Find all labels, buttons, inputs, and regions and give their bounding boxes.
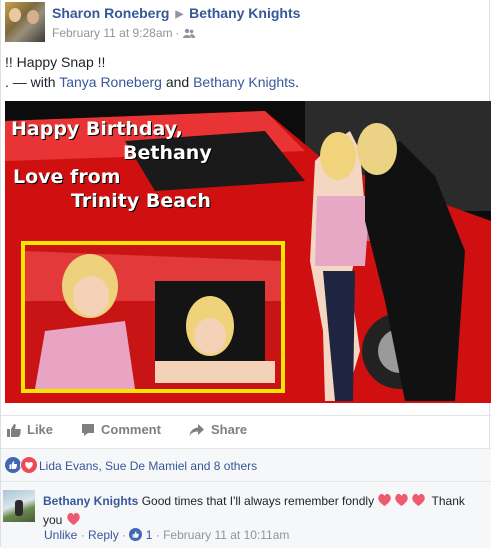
post-meta: February 11 at 9:28am · [52, 26, 195, 40]
comment-button[interactable]: Comment [81, 422, 161, 437]
post-text-line2: . — with Tanya Roneberg and Bethany Knig… [5, 72, 299, 92]
love-reaction-icon [20, 456, 38, 474]
caption-line3: Love from [13, 166, 121, 188]
reactions-names[interactable]: Lida Evans, Sue De Mamiel and 8 others [39, 459, 257, 473]
commenter-avatar[interactable] [3, 490, 35, 522]
like-button[interactable]: Like [7, 422, 53, 437]
like-reaction-icon [5, 457, 21, 473]
post-text-line1: !! Happy Snap !! [5, 54, 106, 70]
meta-separator: · [77, 528, 89, 542]
post-text: !! Happy Snap !! . — with Tanya Roneberg… [5, 52, 299, 92]
action-bar: Like Comment Share [1, 415, 491, 448]
arrow-right-icon: ▶ [175, 9, 184, 20]
period-text: . [295, 74, 299, 90]
share-button[interactable]: Share [189, 422, 247, 437]
share-icon [189, 423, 204, 436]
unlike-link[interactable]: Unlike [44, 528, 77, 542]
comment-meta: Unlike · Reply · 1 · February 11 at 10:1… [44, 528, 289, 542]
and-text: and [161, 74, 194, 90]
author-avatar[interactable] [5, 2, 45, 42]
post-card: Sharon Roneberg ▶ Bethany Knights February… [0, 0, 491, 548]
meta-separator: · [118, 528, 130, 542]
comment-section: Bethany Knights Good times that I'll alw… [1, 481, 491, 548]
comment-like-icon [129, 528, 143, 541]
caption-line2: Bethany [123, 142, 212, 164]
target-name[interactable]: Bethany Knights [189, 5, 300, 21]
reactions-summary[interactable]: Lida Evans, Sue De Mamiel and 8 others [1, 448, 491, 481]
heart-emoji-icon [412, 493, 426, 506]
caption-line4: Trinity Beach [71, 190, 211, 212]
caption-line1: Happy Birthday, [11, 118, 183, 140]
comment-body: Bethany Knights Good times that I'll alw… [43, 492, 483, 530]
post-names: Sharon Roneberg ▶ Bethany Knights [52, 5, 300, 21]
author-name[interactable]: Sharon Roneberg [52, 5, 169, 21]
comment-label: Comment [101, 422, 161, 437]
comment-timestamp[interactable]: February 11 at 10:11am [163, 528, 289, 542]
friends-icon[interactable] [182, 28, 195, 38]
post-photo[interactable]: Happy Birthday, Bethany Love from Trinit… [5, 101, 491, 403]
photo-caption: Happy Birthday, Bethany Love from Trinit… [11, 117, 212, 213]
heart-emoji-icon [378, 493, 392, 506]
post-timestamp[interactable]: February 11 at 9:28am [52, 26, 173, 40]
post-header: Sharon Roneberg ▶ Bethany Knights February… [5, 2, 485, 42]
heart-emoji-icon [395, 493, 409, 506]
commenter-name[interactable]: Bethany Knights [43, 494, 138, 508]
meta-separator: · [152, 528, 164, 542]
comment-text: Good times that I'll always remember fon… [141, 494, 375, 508]
thumbs-up-icon [7, 423, 21, 437]
comment-icon [82, 423, 94, 436]
with-prefix: . — with [5, 74, 60, 90]
share-label: Share [211, 422, 248, 437]
reply-link[interactable]: Reply [88, 528, 119, 542]
like-label: Like [27, 422, 54, 437]
heart-emoji-icon [66, 512, 80, 525]
tagged-user-2[interactable]: Bethany Knights [193, 74, 295, 90]
tagged-user-1[interactable]: Tanya Roneberg [59, 74, 162, 90]
